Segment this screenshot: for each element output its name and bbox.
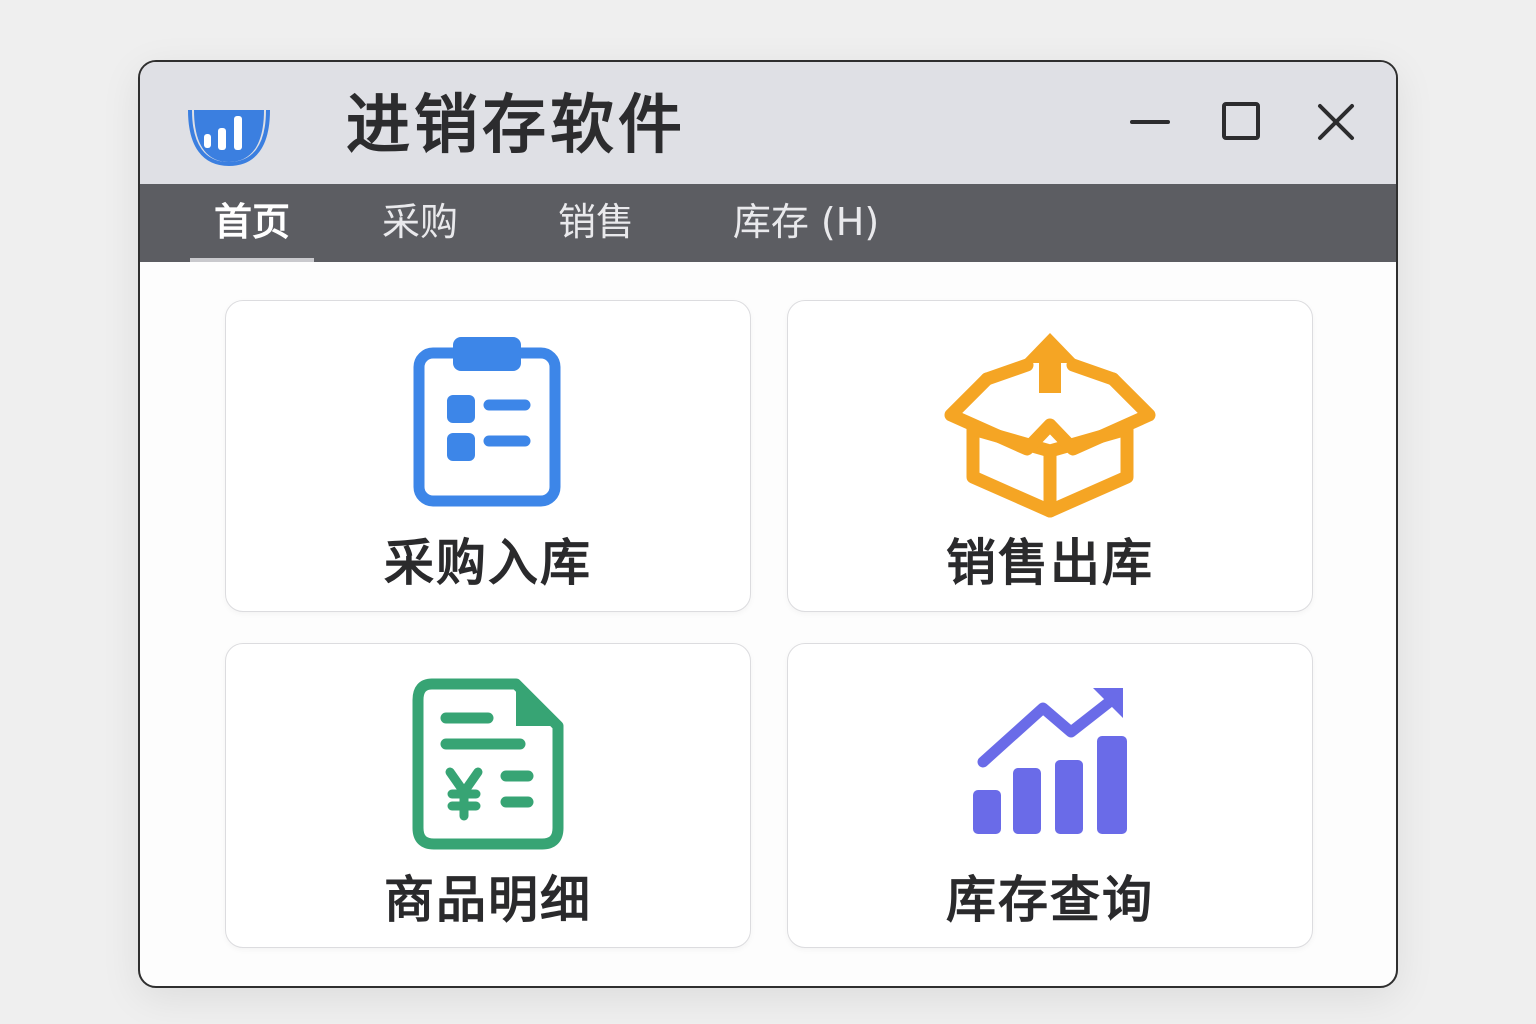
minimize-icon — [1130, 120, 1170, 124]
app-window: 进销存软件 首页 采购 销售 库存 (H) 采购入库 销售出库 商品明细 库存查… — [138, 60, 1398, 988]
product-details-label: 商品明细 — [384, 871, 592, 929]
tab-sales[interactable]: 销售 — [544, 184, 648, 262]
maximize-icon — [1222, 102, 1260, 140]
clipboard-list-icon — [413, 337, 561, 507]
tab-inventory[interactable]: 库存 (H) — [718, 184, 894, 262]
trend-bar-chart-icon — [973, 688, 1127, 834]
inventory-query-card[interactable]: 库存查询 — [787, 643, 1313, 948]
purchase-inbound-label: 采购入库 — [384, 534, 592, 592]
close-button[interactable] — [1312, 98, 1360, 146]
minimize-button[interactable] — [1126, 98, 1174, 146]
inventory-query-label: 库存查询 — [946, 871, 1154, 929]
close-icon — [1318, 104, 1354, 140]
title-bar[interactable]: 进销存软件 — [140, 62, 1396, 184]
maximize-button[interactable] — [1218, 98, 1266, 146]
sales-outbound-label: 销售出库 — [946, 534, 1154, 592]
product-details-card[interactable]: 商品明细 — [225, 643, 751, 948]
purchase-inbound-card[interactable]: 采购入库 — [225, 300, 751, 612]
app-title: 进销存软件 — [346, 89, 686, 163]
bar-chart-logo-icon — [188, 109, 270, 166]
invoice-yen-icon — [412, 678, 564, 850]
box-upload-icon — [944, 333, 1156, 518]
tab-home[interactable]: 首页 — [190, 184, 314, 262]
tab-purchase[interactable]: 采购 — [366, 184, 474, 262]
menu-bar: 首页 采购 销售 库存 (H) — [140, 184, 1396, 262]
sales-outbound-card[interactable]: 销售出库 — [787, 300, 1313, 612]
